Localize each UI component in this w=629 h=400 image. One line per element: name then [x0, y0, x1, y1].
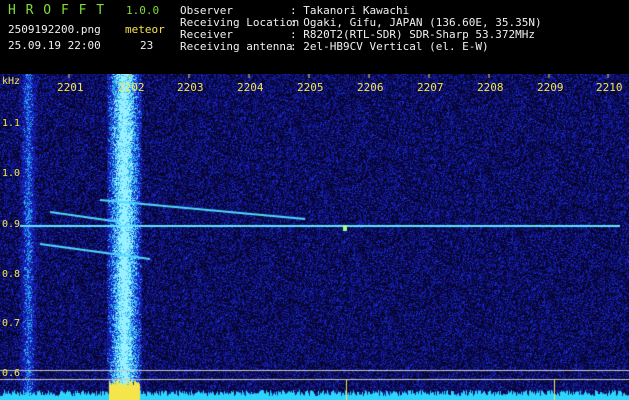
x-tick-label: 2209	[537, 81, 564, 94]
x-tick-label: 2204	[237, 81, 264, 94]
x-tick-label: 2202	[118, 81, 145, 94]
antenna-value: : 2el-HB9CV Vertical (el. E-W)	[290, 40, 489, 53]
x-tick-label: 2206	[357, 81, 384, 94]
x-tick-label: 2205	[297, 81, 324, 94]
x-tick-label: 2207	[417, 81, 444, 94]
y-tick-label: 0.7	[2, 318, 21, 329]
meteor-count: 23	[140, 39, 154, 52]
y-unit-label: kHz	[2, 76, 21, 87]
spectrogram-plot	[0, 74, 629, 400]
x-tick-label: 2208	[477, 81, 504, 94]
date-time: 25.09.19 22:00	[8, 39, 101, 52]
y-tick-label: 0.8	[2, 269, 21, 280]
y-tick-label: 0.9	[2, 219, 21, 230]
meteor-label: meteor	[125, 23, 165, 36]
y-tick-label: 0.6	[2, 368, 21, 379]
file-name: 2509192200.png	[8, 23, 101, 36]
y-tick-label: 1.0	[2, 168, 21, 179]
header-panel: H R O F F T 1.0.0 2509192200.png 25.09.1…	[0, 0, 629, 74]
x-tick-label: 2203	[177, 81, 204, 94]
app-version: 1.0.0	[126, 4, 160, 17]
antenna-label: Receiving antenna	[180, 40, 293, 53]
y-tick-label: 1.1	[2, 118, 21, 129]
x-tick-label: 2201	[57, 81, 84, 94]
app-title: H R O F F T	[8, 3, 106, 18]
x-tick-label: 2210	[596, 81, 623, 94]
